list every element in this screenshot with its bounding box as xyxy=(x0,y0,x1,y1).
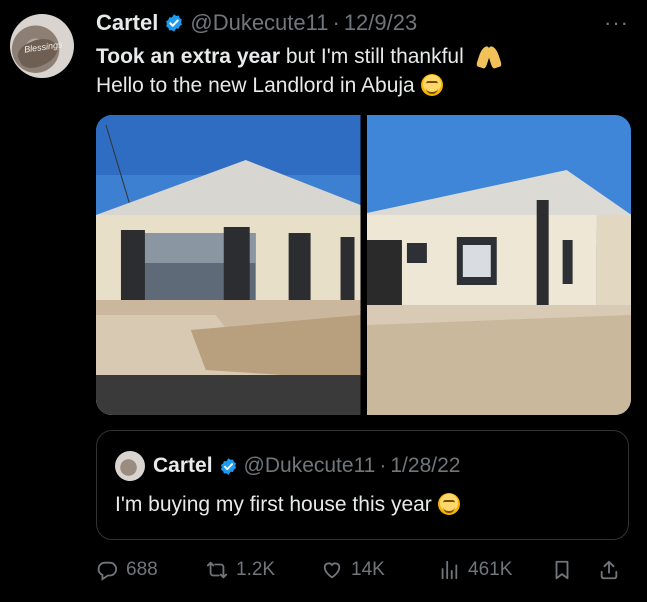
quoted-tweet[interactable]: Cartel @Dukecute11 · 1/28/22 I'm buying … xyxy=(96,430,629,540)
tweet-header: Cartel @Dukecute11 · 12/9/23 xyxy=(96,8,417,38)
folded-hands-emoji-icon xyxy=(475,44,502,70)
bookmark-icon xyxy=(555,560,569,580)
reply-count: 688 xyxy=(126,559,158,580)
verified-badge-icon xyxy=(220,457,236,475)
quoted-author-name: Cartel xyxy=(153,454,213,477)
tweet-date[interactable]: 12/9/23 xyxy=(344,10,417,36)
quoted-author-avatar xyxy=(115,451,145,481)
quoted-tweet-text-content: I'm buying my first house this year xyxy=(115,493,432,516)
share-icon xyxy=(600,560,618,580)
tweet-text-line1: Took an extra year but I'm still thankfu… xyxy=(96,42,626,71)
house-photo-front[interactable] xyxy=(96,115,361,415)
bookmark-button[interactable] xyxy=(551,555,573,585)
reply-icon xyxy=(97,561,118,581)
tweet-actions: 688 1.2K 14K 461K xyxy=(96,555,631,585)
like-icon xyxy=(323,562,341,579)
tweet-text-line2-text: Hello to the new Landlord in Abuja xyxy=(96,74,415,97)
like-count: 14K xyxy=(351,559,385,580)
more-icon[interactable]: ··· xyxy=(604,10,629,36)
views-button[interactable]: 461K xyxy=(438,555,512,585)
quoted-tweet-text: I'm buying my first house this year xyxy=(115,493,460,517)
quoted-tweet-header: Cartel @Dukecute11 · 1/28/22 xyxy=(153,451,460,481)
retweet-button[interactable]: 1.2K xyxy=(206,555,275,585)
smiling-emoji-icon xyxy=(420,74,443,96)
author-name[interactable]: Cartel xyxy=(96,10,158,36)
share-button[interactable] xyxy=(598,555,620,585)
retweet-icon xyxy=(206,561,228,579)
views-icon xyxy=(441,560,458,580)
tweet-media xyxy=(96,115,631,415)
quoted-tweet-date: 1/28/22 xyxy=(390,454,461,477)
views-count: 461K xyxy=(468,559,513,580)
verified-badge-icon xyxy=(166,14,183,32)
quoted-author-handle: @Dukecute11 xyxy=(243,454,376,477)
author-handle[interactable]: @Dukecute11 xyxy=(190,10,328,36)
retweet-count: 1.2K xyxy=(236,559,276,580)
smiling-emoji-icon xyxy=(437,493,460,515)
house-photo-side[interactable] xyxy=(366,115,631,415)
tweet-text: Took an extra year but I'm still thankfu… xyxy=(96,42,626,100)
like-button[interactable]: 14K xyxy=(321,555,385,585)
tweet-text-rest: but I'm still thankful xyxy=(280,45,464,68)
tweet-text-bold: Took an extra year xyxy=(96,45,281,68)
separator-dot: · xyxy=(379,454,387,477)
separator-dot: · xyxy=(332,10,340,35)
tweet-text-line2: Hello to the new Landlord in Abuja xyxy=(96,71,626,100)
author-avatar[interactable]: Blessings xyxy=(10,14,74,78)
reply-button[interactable]: 688 xyxy=(96,555,158,585)
